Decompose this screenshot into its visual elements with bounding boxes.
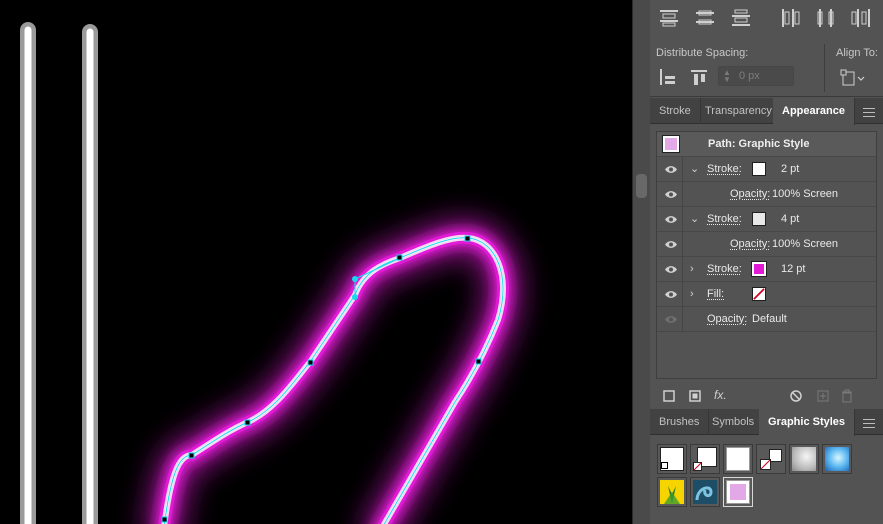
fill-link[interactable]: Fill: [707, 288, 724, 300]
appearance-row-stroke-4pt[interactable]: ⌄ Stroke: 4 pt [657, 207, 876, 232]
graphic-style-yellow-burst[interactable] [657, 477, 687, 507]
panel-collapse-grip[interactable] [636, 174, 647, 198]
horizontal-distribute-space-icon[interactable] [690, 68, 708, 86]
right-panel-dock: Distribute Spacing: Align To: ▲ ▼ 0 px St… [650, 0, 883, 524]
vertical-distribute-top-icon[interactable] [658, 8, 680, 28]
stroke-weight-value[interactable]: 12 pt [781, 263, 805, 275]
panel-divider[interactable] [632, 0, 650, 524]
spacing-value: 0 px [739, 70, 760, 82]
graphic-style-default[interactable] [657, 444, 687, 474]
tab-transparency[interactable]: Transparency [696, 98, 782, 124]
graphic-style-teal-swirl[interactable] [690, 477, 720, 507]
fx-icon[interactable]: fx. [714, 388, 727, 402]
tab-brushes[interactable]: Brushes [650, 409, 710, 435]
styles-panel-menu-icon[interactable] [863, 419, 875, 429]
graphic-style-white[interactable] [723, 444, 753, 474]
appearance-footer: fx. [650, 383, 883, 409]
new-fill-icon[interactable] [688, 389, 702, 403]
appearance-header-row[interactable]: Path: Graphic Style [657, 132, 876, 157]
row-gutter [682, 182, 683, 207]
stroke-link[interactable]: Stroke: [707, 213, 742, 225]
appearance-row-stroke-2pt[interactable]: ⌄ Stroke: 2 pt [657, 157, 876, 182]
vertical-distribute-space-icon[interactable] [658, 68, 676, 86]
stroke-color-swatch[interactable] [752, 162, 766, 176]
clear-appearance-icon[interactable] [789, 389, 803, 403]
appearance-row-fill[interactable]: › Fill: [657, 282, 876, 307]
graphic-style-blue-glow[interactable] [822, 444, 852, 474]
stroke-color-swatch[interactable] [752, 212, 766, 226]
tab-graphic-styles[interactable]: Graphic Styles [759, 409, 856, 436]
horizontal-distribute-center-icon[interactable] [815, 8, 837, 28]
fill-none-swatch-icon[interactable] [752, 287, 766, 301]
appearance-row-stroke-12pt[interactable]: › Stroke: 12 pt [657, 257, 876, 282]
stroke-weight-value[interactable]: 2 pt [781, 163, 799, 175]
opacity-value: 100% Screen [772, 238, 839, 250]
horizontal-distribute-left-icon[interactable] [780, 8, 802, 28]
appearance-panel: Path: Graphic Style ⌄ Stroke: 2 pt Opaci… [650, 125, 883, 409]
graphic-style-no-fill[interactable] [690, 444, 720, 474]
visibility-eye-icon[interactable] [664, 190, 678, 199]
artboard-canvas[interactable] [0, 0, 632, 524]
magenta-neon-path[interactable] [144, 217, 523, 524]
visibility-eye-icon[interactable] [664, 265, 678, 274]
appearance-row-opacity[interactable]: Opacity: 100% Screen [657, 232, 876, 257]
visibility-eye-icon[interactable] [664, 290, 678, 299]
appearance-title: Path: Graphic Style [708, 138, 810, 150]
graphic-style-split[interactable] [756, 444, 786, 474]
visibility-eye-icon[interactable] [664, 165, 678, 174]
opacity-value: 100% Screen [772, 188, 839, 200]
neon-artwork[interactable] [0, 0, 632, 524]
distribute-spacing-label: Distribute Spacing: [656, 47, 749, 59]
collapse-chevron-icon[interactable]: ⌄ [690, 163, 700, 175]
distribute-spacing-field[interactable]: ▲ ▼ 0 px [718, 66, 794, 86]
opacity-value: Default [752, 313, 787, 325]
visibility-eye-icon[interactable] [664, 240, 678, 249]
tab-symbols[interactable]: Symbols [703, 409, 765, 435]
white-neon-tubes [13, 22, 105, 524]
row-gutter [682, 307, 683, 332]
appearance-list: Path: Graphic Style ⌄ Stroke: 2 pt Opaci… [656, 131, 877, 379]
appearance-row-opacity[interactable]: Opacity: 100% Screen [657, 182, 876, 207]
graphic-styles-panel [650, 436, 883, 524]
expand-chevron-icon[interactable]: › [690, 288, 700, 300]
visibility-eye-icon[interactable] [664, 215, 678, 224]
stroke-link[interactable]: Stroke: [707, 263, 742, 275]
opacity-link[interactable]: Opacity: [730, 188, 770, 200]
collapse-chevron-icon[interactable]: ⌄ [690, 213, 700, 225]
align-to-label: Align To: [836, 47, 878, 59]
spacing-stepper-icon[interactable]: ▲ ▼ [721, 69, 733, 84]
graphic-style-thumbnail [662, 135, 680, 153]
styles-panel-tabs: Brushes Symbols Graphic Styles [650, 409, 883, 436]
row-gutter [682, 232, 683, 257]
duplicate-item-icon[interactable] [816, 389, 830, 403]
align-section-divider [824, 44, 825, 92]
appearance-panel-tabs: Stroke Transparency Appearance [650, 98, 883, 125]
row-gutter [682, 257, 683, 282]
row-gutter [682, 157, 683, 182]
visibility-eye-icon[interactable] [664, 315, 678, 324]
delete-item-icon[interactable] [840, 389, 854, 403]
tab-stroke[interactable]: Stroke [650, 98, 701, 124]
new-stroke-icon[interactable] [662, 389, 676, 403]
stroke-link[interactable]: Stroke: [707, 163, 742, 175]
tab-appearance[interactable]: Appearance [773, 98, 855, 125]
graphic-style-neon-pink-selected[interactable] [723, 477, 753, 507]
horizontal-distribute-right-icon[interactable] [850, 8, 872, 28]
row-gutter [682, 207, 683, 232]
align-panel: Distribute Spacing: Align To: ▲ ▼ 0 px [650, 0, 883, 97]
opacity-link[interactable]: Opacity: [707, 313, 747, 325]
opacity-link[interactable]: Opacity: [730, 238, 770, 250]
vertical-distribute-center-icon[interactable] [694, 8, 716, 28]
stroke-weight-value[interactable]: 4 pt [781, 213, 799, 225]
vertical-distribute-bottom-icon[interactable] [730, 8, 752, 28]
row-gutter [682, 282, 683, 307]
align-to-selection-dropdown-icon[interactable] [840, 68, 866, 88]
graphic-style-gray-bevel[interactable] [789, 444, 819, 474]
appearance-row-opacity-default[interactable]: Opacity: Default [657, 307, 876, 332]
appearance-panel-menu-icon[interactable] [863, 108, 875, 118]
stroke-color-swatch[interactable] [751, 261, 767, 277]
expand-chevron-icon[interactable]: › [690, 263, 700, 275]
